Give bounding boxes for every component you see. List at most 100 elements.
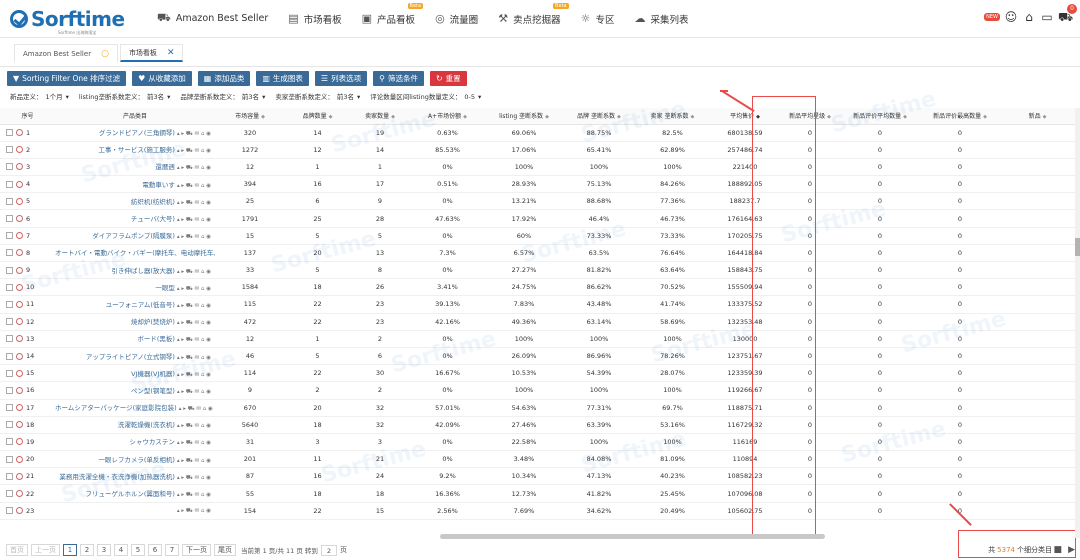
watch-icon[interactable] [16,369,23,377]
watch-icon[interactable] [16,490,23,498]
table-cell[interactable]: グランドピアノ(三角鋼琴) ▴ ▸ ⛟ ✉ ⌂ ◉ [55,124,215,142]
category-link[interactable]: 工事・サービス(施工服务) [98,146,175,154]
watch-icon[interactable] [16,455,23,463]
page-number-button[interactable]: 4 [114,544,128,556]
table-cell[interactable]: アップライトピアノ(立式钢琴) ▴ ▸ ⛟ ✉ ⌂ ◉ [55,347,215,366]
watch-icon[interactable] [16,249,23,257]
table-cell[interactable]: 引き伸ばし器(放大器) ▴ ▸ ⛟ ✉ ⌂ ◉ [55,261,215,280]
table-cell[interactable]: フリューゲルホルン(翼面和号) ▴ ▸ ⛟ ✉ ⌂ ◉ [55,484,215,503]
table-cell[interactable]: 洗濯乾燥機(洗衣机) ▴ ▸ ⛟ ✉ ⌂ ◉ [55,416,215,434]
category-link[interactable]: オートバイ・電動バイク・バギー(摩托车、电动摩托车、四轮) [55,249,215,257]
category-action-icons[interactable]: ▴ ▸ ⛟ ✉ ⌂ ◉ [177,320,211,326]
table-cell[interactable]: オートバイ・電動バイク・バギー(摩托车、电动摩托车、四轮)▴ ▸ ⛟ ✉ ⌂ ◉ [55,244,215,263]
watch-icon[interactable] [16,197,23,205]
table-row[interactable]: 23 ▴ ▸ ⛟ ✉ ⌂ ◉ 154 22 15 2.56% 7.69% 34.62% 20.4… [0,502,1075,520]
category-link[interactable]: 焼却炉(焚烧炉) [131,318,175,326]
video-icon[interactable]: ■ [1053,545,1062,555]
category-link[interactable]: ボード(黑板) [137,335,175,343]
column-header[interactable]: 市场容量 ◆ [215,108,285,125]
nav-item[interactable]: ◎ 流量圈 [435,12,478,26]
category-action-icons[interactable]: ▴ ▸ ⛟ ✉ ⌂ ◉ [177,303,211,309]
category-action-icons[interactable]: ▴ ▸ ⛟ ✉ ⌂ ◉ [177,131,211,137]
row-checkbox[interactable] [6,438,13,446]
watch-icon[interactable] [16,129,23,137]
toolbar-button[interactable]: ▦ 添加品类 [197,70,251,86]
horizontal-scrollbar[interactable] [440,534,825,539]
tv-icon[interactable]: ▭ [1040,10,1054,24]
row-checkbox[interactable] [6,352,13,360]
row-checkbox[interactable] [6,369,13,377]
table-row[interactable]: 5 紡织机(纺织机) ▴ ▸ ⛟ ✉ ⌂ ◉ 25 6 9 0% 13.21% 88.68% 77… [0,192,1075,211]
category-action-icons[interactable]: ▴ ▸ ⛟ ✉ ⌂ ◉ [177,475,211,481]
toolbar-button[interactable]: ♥ 从收藏添加 [132,70,192,86]
table-cell[interactable]: VJ機器(VJ机器) ▴ ▸ ⛟ ✉ ⌂ ◉ [55,364,215,383]
row-checkbox[interactable] [6,163,13,171]
nav-item[interactable]: ▣ 产品看板 Beta [362,2,424,26]
row-checkbox[interactable] [6,318,13,326]
page-number-button[interactable]: 6 [148,544,162,556]
watch-icon[interactable] [16,421,23,429]
user-icon[interactable]: ☺ [1004,10,1018,24]
home-icon[interactable]: ⌂ [1022,10,1036,24]
row-checkbox[interactable] [6,283,13,291]
toolbar-button[interactable]: ⚲ 筛选条件 [373,70,424,86]
prev-page-button[interactable]: 上一页 [31,544,60,556]
table-cell[interactable]: 電動車いす ▴ ▸ ⛟ ✉ ⌂ ◉ [55,175,215,194]
nav-item[interactable]: ☁ 采集列表 [634,12,688,26]
table-cell[interactable]: シャウカステン ▴ ▸ ⛟ ✉ ⌂ ◉ [55,433,215,452]
table-row[interactable]: 14 アップライトピアノ(立式钢琴) ▴ ▸ ⛟ ✉ ⌂ ◉ 46 5 6 0% 26.09%… [0,347,1075,366]
category-action-icons[interactable]: ▴ ▸ ⛟ ✉ ⌂ ◉ [177,355,211,361]
watch-icon[interactable] [16,283,23,291]
table-cell[interactable]: 還暦週 ▴ ▸ ⛟ ✉ ⌂ ◉ [55,158,215,177]
table-row[interactable]: 22 フリューゲルホルン(翼面和号) ▴ ▸ ⛟ ✉ ⌂ ◉ 55 18 18 16.36%… [0,484,1075,503]
table-row[interactable]: 20 一眼レフカメラ(单反相机) ▴ ▸ ⛟ ✉ ⌂ ◉ 201 11 21 0% 3.48%… [0,450,1075,469]
category-action-icons[interactable]: ▴ ▸ ⛟ ✉ ⌂ ◉ [177,458,211,464]
category-action-icons[interactable]: ▴ ▸ ⛟ ✉ ⌂ ◉ [177,165,211,171]
row-checkbox[interactable] [6,129,13,137]
table-row[interactable]: 1 グランドピアノ(三角鋼琴) ▴ ▸ ⛟ ✉ ⌂ ◉ 320 14 19 0.63% 69.… [0,124,1075,142]
category-action-icons[interactable]: ▴ ▸ ⛟ ✉ ⌂ ◉ [177,286,211,292]
camera-icon[interactable]: ▶ [1068,545,1075,555]
table-row[interactable]: 12 焼却炉(焚烧炉) ▴ ▸ ⛟ ✉ ⌂ ◉ 472 22 23 42.16% 49.36%… [0,313,1075,331]
watch-icon[interactable] [16,472,23,480]
page-number-button[interactable]: 1 [63,544,77,556]
table-row[interactable]: 10 一眼型 ▴ ▸ ⛟ ✉ ⌂ ◉ 1584 18 26 3.41% 24.75% 86.62… [0,278,1075,297]
watch-icon[interactable] [16,318,23,326]
column-header[interactable]: 卖家 垄断系数 ◆ [635,108,710,125]
row-checkbox[interactable] [6,472,13,480]
column-header[interactable]: 品牌 垄断系数 ◆ [563,108,635,125]
table-row[interactable]: 11 ユーフォニアム(低音号) ▴ ▸ ⛟ ✉ ⌂ ◉ 115 22 23 39.13% 7.… [0,295,1075,314]
sort-icon[interactable]: ◆ [545,114,549,120]
table-cell[interactable]: ユーフォニアム(低音号) ▴ ▸ ⛟ ✉ ⌂ ◉ [55,295,215,314]
page-number-button[interactable]: 2 [80,544,94,556]
sort-icon[interactable]: ◆ [983,114,987,120]
last-page-button[interactable]: 尾页 [214,544,236,556]
category-action-icons[interactable]: ▴ ▸ ⛟ ✉ ⌂ ◉ [177,492,211,498]
table-row[interactable]: 3 還暦週 ▴ ▸ ⛟ ✉ ⌂ ◉ 12 1 1 0% 100% 100% 100% 221400 0… [0,158,1075,177]
category-action-icons[interactable]: ▴ ▸ ⛟ ✉ ⌂ ◉ [177,269,211,275]
filter-select[interactable]: 评论数量区间listing数量定义： 0-5 ▾ [370,91,481,101]
category-link[interactable]: ホームシアターパッケージ(家庭影院包装) [55,404,177,412]
page-number-button[interactable]: 3 [97,544,111,556]
nav-item[interactable]: ⛟ Amazon Best Seller [157,11,268,26]
table-row[interactable]: 19 シャウカステン ▴ ▸ ⛟ ✉ ⌂ ◉ 31 3 3 0% 22.58% 100% 100%… [0,433,1075,452]
category-link[interactable]: ペン型(钢笔型) [131,387,175,395]
table-row[interactable]: 4 電動車いす ▴ ▸ ⛟ ✉ ⌂ ◉ 394 16 17 0.51% 28.93% 75.13… [0,175,1075,194]
category-link[interactable]: グランドピアノ(三角鋼琴) [99,129,175,137]
table-row[interactable]: 18 洗濯乾燥機(洗衣机) ▴ ▸ ⛟ ✉ ⌂ ◉ 5640 18 32 42.09% 27.… [0,416,1075,434]
row-checkbox[interactable] [6,507,13,515]
watch-icon[interactable] [16,438,23,446]
category-link[interactable]: 一眼型 [155,284,175,292]
row-checkbox[interactable] [6,180,13,188]
row-checkbox[interactable] [6,490,13,498]
table-cell[interactable]: ダイアフラムポンプ(隔膜泵) ▴ ▸ ⛟ ✉ ⌂ ◉ [55,227,215,245]
column-header[interactable]: 序号 [0,108,55,125]
column-header[interactable]: 品牌数量 ◆ [285,108,350,125]
table-row[interactable]: 8 オートバイ・電動バイク・バギー(摩托车、电动摩托车、四轮)▴ ▸ ⛟ ✉ ⌂ … [0,244,1075,263]
column-header[interactable]: 新品评价平均数量 ◆ [840,108,920,125]
table-cell[interactable]: ホームシアターパッケージ(家庭影院包装) ▴ ▸ ⛟ ✉ ⌂ ◉ [55,399,215,417]
row-checkbox[interactable] [6,386,13,394]
table-row[interactable]: 7 ダイアフラムポンプ(隔膜泵) ▴ ▸ ⛟ ✉ ⌂ ◉ 15 5 5 0% 60% 73.33… [0,227,1075,245]
tab-amazon-best-seller[interactable]: Amazon Best Seller ○ [14,44,118,62]
watch-icon[interactable] [16,232,23,240]
